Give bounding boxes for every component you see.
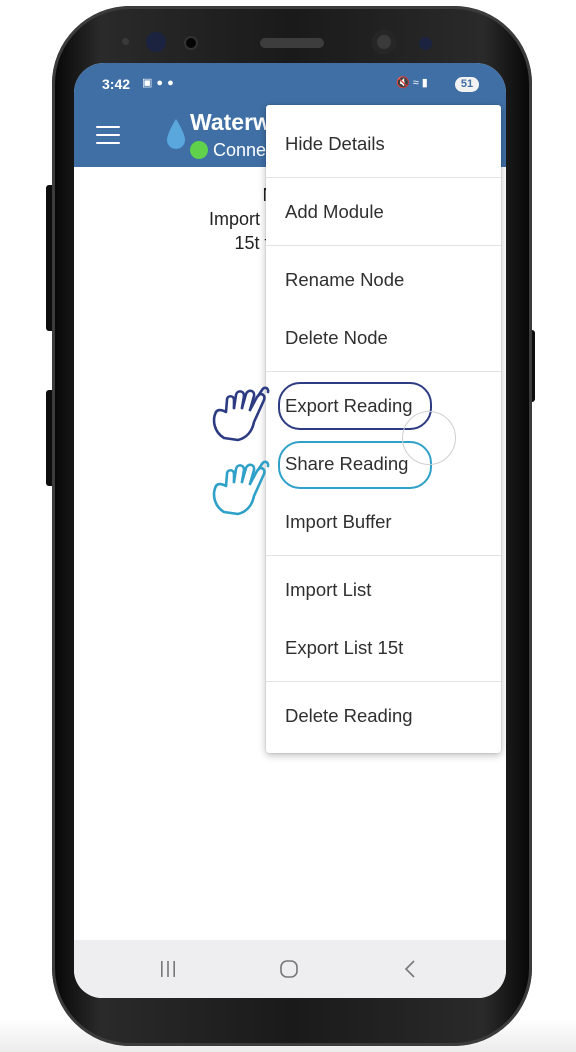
mute-icon: 🔇: [396, 77, 413, 89]
home-icon[interactable]: [279, 959, 299, 979]
menu-item-add-module[interactable]: Add Module: [285, 200, 384, 224]
battery-icon: 51: [455, 77, 479, 92]
app-title: Waterw: [190, 109, 271, 135]
menu-divider: [266, 555, 501, 556]
menu-item-hide-details[interactable]: Hide Details: [285, 132, 385, 156]
earpiece-speaker: [260, 38, 324, 48]
pointing-hand-icon: [212, 386, 270, 442]
led-indicator: [186, 38, 196, 48]
menu-item-import-list[interactable]: Import List: [285, 578, 371, 602]
pointing-hand-icon: [212, 460, 270, 516]
menu-item-delete-reading[interactable]: Delete Reading: [285, 704, 413, 728]
touch-indicator: [402, 411, 456, 465]
hamburger-icon[interactable]: [96, 126, 120, 144]
proximity-sensor: [122, 38, 129, 45]
menu-item-export-list-15t[interactable]: Export List 15t: [285, 636, 403, 660]
menu-divider: [266, 245, 501, 246]
menu-divider: [266, 371, 501, 372]
menu-divider: [266, 681, 501, 682]
connection-status-text: Conne: [213, 140, 267, 160]
menu-item-delete-node[interactable]: Delete Node: [285, 326, 388, 350]
screenshot-icon: ▣: [142, 77, 157, 89]
wifi-icon: ≈: [412, 77, 422, 89]
signal-icon: ▮: [421, 77, 431, 89]
status-time: 3:42: [102, 76, 131, 92]
recents-icon[interactable]: [159, 960, 177, 978]
menu-item-rename-node[interactable]: Rename Node: [285, 268, 404, 292]
menu-divider: [266, 177, 501, 178]
phone-screen: 3:42 ▣●● 🔇≈▮ 51 Waterw Conne No mo Impor…: [74, 63, 506, 998]
navigation-bar: [74, 940, 506, 998]
water-drop-icon: [167, 119, 185, 149]
back-icon[interactable]: [404, 959, 416, 979]
menu-item-import-buffer[interactable]: Import Buffer: [285, 510, 392, 534]
status-left-icons: ▣●●: [142, 76, 178, 89]
front-camera: [372, 30, 396, 54]
status-bar: 3:42 ▣●● 🔇≈▮ 51: [74, 63, 506, 105]
location-icon: ●: [167, 77, 178, 89]
iris-sensor: [146, 32, 166, 52]
location-icon: ●: [156, 77, 168, 89]
connection-status-dot: [190, 141, 208, 159]
status-right-icons: 🔇≈▮: [396, 76, 431, 89]
iris-camera: [419, 37, 432, 50]
